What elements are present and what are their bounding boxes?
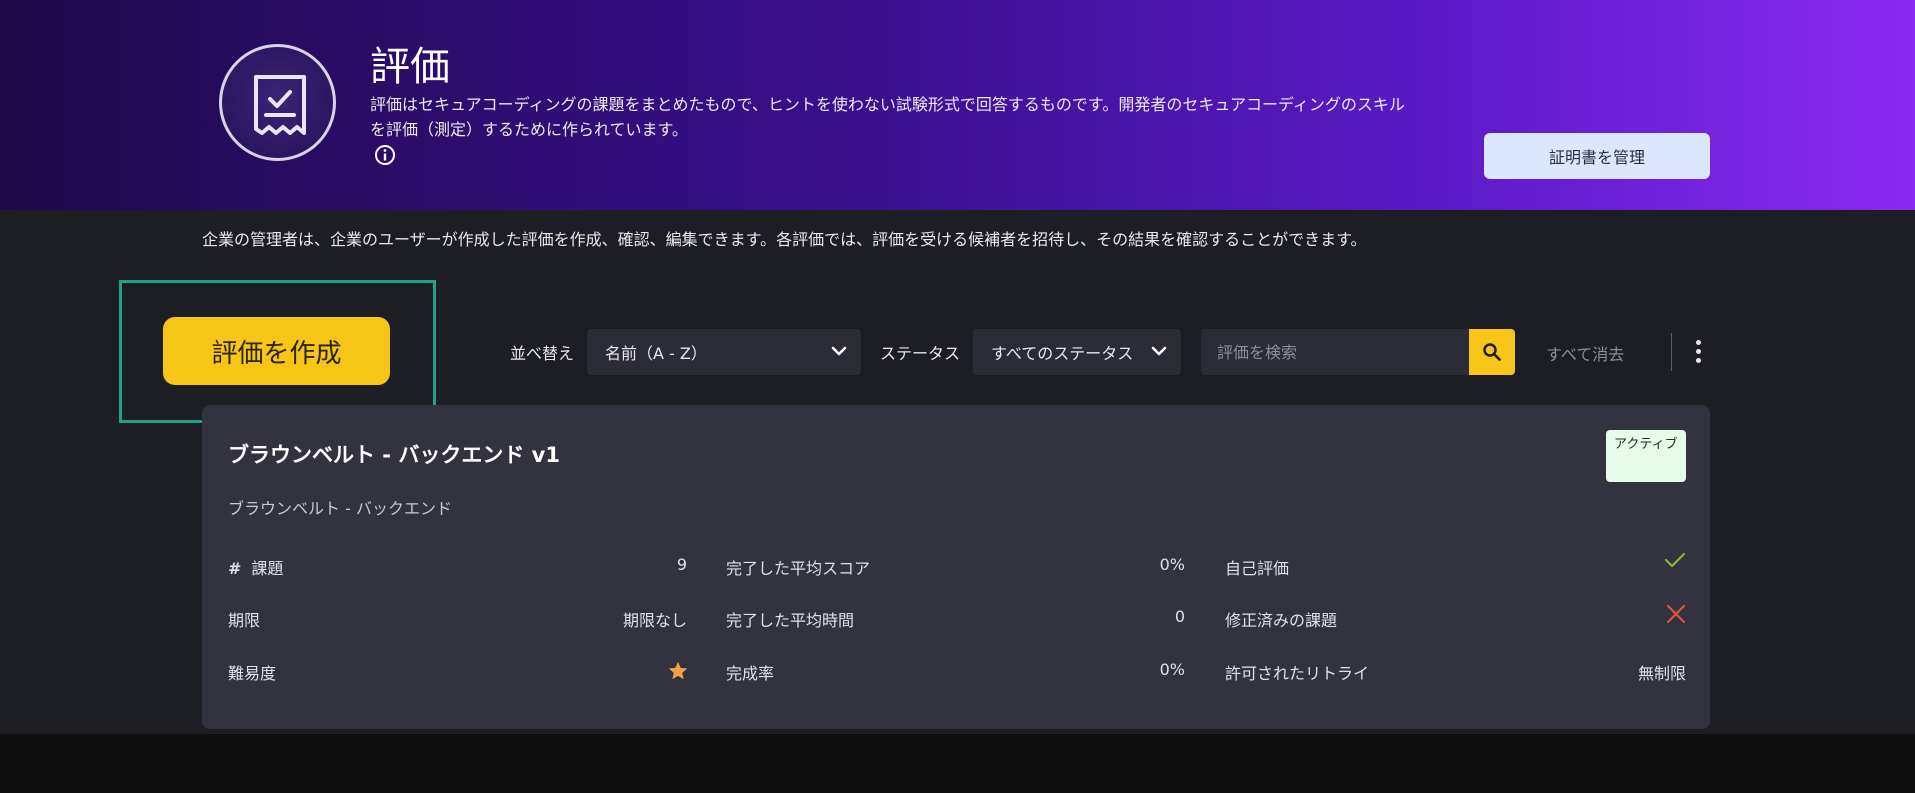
sort-select[interactable]: 名前（A - Z） (587, 329, 861, 375)
sort-label: 並べ替え (510, 344, 575, 363)
self-assessment-label: 自己評価 (1225, 559, 1290, 578)
star-icon (667, 660, 689, 686)
avg-score-value: 0% (1159, 555, 1185, 574)
search-input[interactable] (1201, 329, 1470, 375)
challenges-value: 9 (676, 555, 687, 574)
assessment-title: ブラウンベルト - バックエンド v1 (228, 443, 560, 467)
sort-select-value: 名前（A - Z） (605, 344, 707, 363)
status-label: ステータス (880, 344, 961, 363)
page: 評価 評価はセキュアコーディングの課題をまとめたもので、ヒントを使わない試験形式… (0, 0, 1915, 734)
status-select[interactable]: すべてのステータス (973, 329, 1181, 375)
retries-label: 許可されたリトライ (1225, 664, 1370, 683)
admin-note: 企業の管理者は、企業のユーザーが作成した評価を作成、確認、編集できます。各評価で… (202, 230, 1367, 249)
assessment-subtitle: ブラウンベルト - バックエンド (228, 499, 452, 518)
status-select-value: すべてのステータス (991, 344, 1134, 363)
page-description: 評価はセキュアコーディングの課題をまとめたもので、ヒントを使わない試験形式で回答… (370, 95, 1405, 139)
hash-icon: # (228, 559, 242, 578)
assessment-card[interactable]: ブラウンベルト - バックエンド v1 ブラウンベルト - バックエンド アクテ… (202, 405, 1710, 729)
deadline-value: 期限なし (622, 611, 687, 630)
status-badge: アクティブ (1606, 430, 1686, 482)
deadline-label: 期限 (228, 611, 261, 630)
assessment-badge-icon (219, 44, 336, 161)
page-footer-area (0, 734, 1915, 793)
check-icon (1664, 551, 1686, 573)
chevron-down-icon (831, 346, 847, 356)
manage-certificates-button[interactable]: 証明書を管理 (1484, 133, 1710, 179)
fixed-challenges-label: 修正済みの課題 (1225, 611, 1338, 630)
search-button[interactable] (1469, 329, 1515, 375)
page-title: 評価 (370, 44, 450, 90)
info-icon[interactable] (374, 144, 396, 170)
avg-time-value: 0 (1174, 607, 1185, 626)
difficulty-label: 難易度 (228, 664, 277, 683)
avg-score-label: 完了した平均スコア (726, 559, 871, 578)
page-header: 評価 評価はセキュアコーディングの課題をまとめたもので、ヒントを使わない試験形式… (0, 0, 1915, 210)
completion-rate-label: 完成率 (726, 664, 775, 683)
create-assessment-button[interactable]: 評価を作成 (163, 317, 390, 385)
clear-all-button[interactable]: すべて消去 (1546, 341, 1624, 365)
completion-rate-value: 0% (1159, 660, 1185, 679)
more-options-icon[interactable] (1691, 340, 1705, 364)
cross-icon (1666, 604, 1686, 628)
toolbar-divider (1671, 333, 1672, 371)
chevron-down-icon (1151, 346, 1167, 356)
retries-value: 無制限 (1637, 664, 1686, 683)
search-icon (1483, 343, 1501, 361)
challenges-label: # 課題 (228, 559, 284, 578)
avg-time-label: 完了した平均時間 (726, 611, 855, 630)
